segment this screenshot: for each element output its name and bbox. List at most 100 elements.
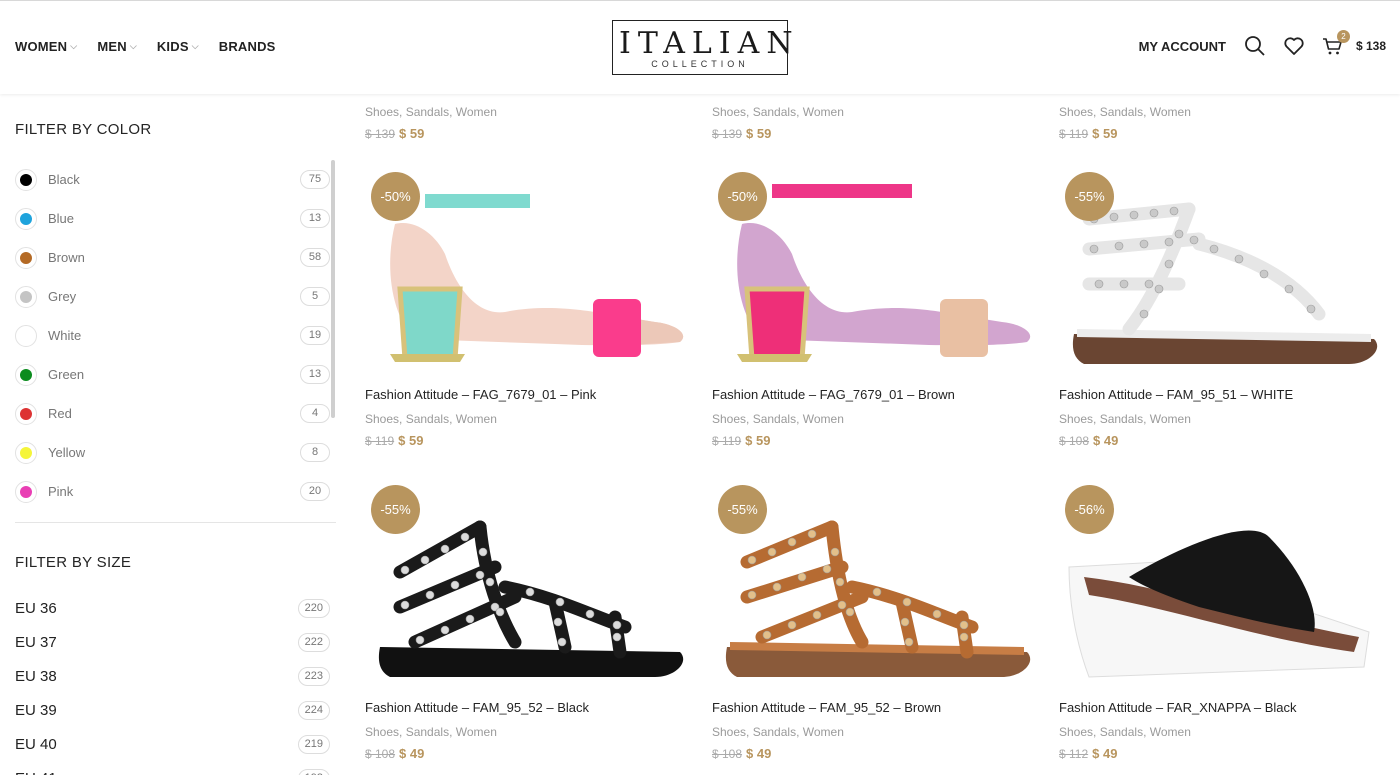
size-filter-item[interactable]: EU 39 224 <box>15 693 330 727</box>
my-account-link[interactable]: MY ACCOUNT <box>1139 39 1226 54</box>
size-filter-item[interactable]: EU 41 193 <box>15 761 330 775</box>
old-price: $ 108 <box>1059 434 1090 448</box>
nav-women[interactable]: WOMEN ⌵ <box>15 39 77 54</box>
size-filter-item[interactable]: EU 40 219 <box>15 727 330 761</box>
color-swatch <box>15 324 37 347</box>
size-filter-item[interactable]: EU 38 223 <box>15 659 330 693</box>
discount-badge: -55% <box>371 485 420 534</box>
product-title[interactable]: Fashion Attitude – FAG_7679_01 – Brown <box>712 387 1041 407</box>
sale-price: $ 59 <box>746 126 772 141</box>
category-link[interactable]: Shoes <box>712 725 746 739</box>
filter-size-title: FILTER BY SIZE <box>15 554 132 571</box>
category-link[interactable]: Sandals <box>1100 105 1143 119</box>
category-separator: , <box>399 725 406 739</box>
nav-brands[interactable]: BRANDS <box>219 39 276 54</box>
color-filter-item[interactable]: Pink 20 <box>15 472 330 511</box>
old-price: $ 139 <box>365 127 396 141</box>
color-list-scrollbar[interactable] <box>331 160 335 418</box>
size-filter-item[interactable]: EU 36 220 <box>15 591 330 625</box>
nav-men[interactable]: MEN ⌵ <box>97 39 137 54</box>
category-link[interactable]: Sandals <box>753 725 796 739</box>
category-link[interactable]: Women <box>456 412 497 426</box>
product-price: $ 108 $ 49 <box>1059 433 1388 448</box>
sidebar-divider <box>15 522 336 523</box>
category-separator: , <box>796 412 803 426</box>
discount-badge: -50% <box>718 172 767 221</box>
category-link[interactable]: Sandals <box>753 412 796 426</box>
product-card: -55% Fashion Attitude – FAM_95_52 – Black… <box>347 485 694 761</box>
category-link[interactable]: Women <box>803 725 844 739</box>
category-link[interactable]: Sandals <box>406 412 449 426</box>
product-title[interactable]: Fashion Attitude – FAM_95_51 – WHITE <box>1059 387 1388 407</box>
product-price: $ 112 $ 49 <box>1059 746 1388 761</box>
product-image[interactable]: -55% <box>694 485 1041 700</box>
category-link[interactable]: Shoes <box>712 105 746 119</box>
category-link[interactable]: Shoes <box>1059 105 1093 119</box>
category-link[interactable]: Shoes <box>1059 412 1093 426</box>
chevron-down-icon: ⌵ <box>129 41 137 51</box>
category-separator: , <box>1143 725 1150 739</box>
product-title[interactable]: Fashion Attitude – FAR_XNAPPA – Black <box>1059 700 1388 720</box>
color-filter-item[interactable]: Black 75 <box>15 160 330 199</box>
category-link[interactable]: Women <box>456 105 497 119</box>
color-filter-item[interactable]: Grey 5 <box>15 277 330 316</box>
header-actions: MY ACCOUNT 2 $ 138 <box>1139 30 1386 57</box>
nav-kids[interactable]: KIDS ⌵ <box>157 39 199 54</box>
category-link[interactable]: Sandals <box>753 105 796 119</box>
color-filter-item[interactable]: Green 13 <box>15 355 330 394</box>
category-link[interactable]: Shoes <box>712 412 746 426</box>
product-title[interactable]: Fashion Attitude – FAG_7679_01 – Pink <box>365 387 694 407</box>
category-link[interactable]: Women <box>1150 725 1191 739</box>
cart-button[interactable]: 2 $ 138 <box>1322 30 1386 57</box>
color-filter-item[interactable]: Brown 58 <box>15 238 330 277</box>
site-logo[interactable]: ITALIAN COLLECTION <box>612 20 793 75</box>
category-link[interactable]: Women <box>803 412 844 426</box>
category-link[interactable]: Sandals <box>406 105 449 119</box>
category-link[interactable]: Women <box>1150 105 1191 119</box>
category-separator: , <box>449 105 456 119</box>
product-categories: Shoes, Sandals, Women <box>1059 105 1388 119</box>
color-filter-item[interactable]: Red 4 <box>15 394 330 433</box>
product-image[interactable]: -55% <box>1041 172 1388 387</box>
category-link[interactable]: Women <box>1150 412 1191 426</box>
product-categories: Shoes, Sandals, Women <box>712 105 1041 119</box>
heart-icon[interactable] <box>1283 35 1305 57</box>
product-title[interactable]: Fashion Attitude – FAM_95_52 – Black <box>365 700 694 720</box>
discount-badge: -55% <box>718 485 767 534</box>
category-link[interactable]: Sandals <box>1100 725 1143 739</box>
color-filter-item[interactable]: Yellow 8 <box>15 433 330 472</box>
product-title[interactable]: Fashion Attitude – FAM_95_52 – Brown <box>712 700 1041 720</box>
nav-men-label: MEN <box>97 39 127 54</box>
product-image[interactable]: -50% <box>694 172 1041 387</box>
category-link[interactable]: Shoes <box>365 105 399 119</box>
size-filter-list: EU 36 220 EU 37 222 EU 38 223 EU 39 224 EU 40 219… <box>15 591 330 775</box>
category-link[interactable]: Women <box>456 725 497 739</box>
search-icon[interactable] <box>1244 35 1266 57</box>
size-filter-count: 220 <box>297 598 330 618</box>
category-link[interactable]: Shoes <box>365 725 399 739</box>
category-link[interactable]: Women <box>803 105 844 119</box>
product-image[interactable]: -50% <box>347 172 694 387</box>
size-filter-label: EU 39 <box>15 701 57 719</box>
color-swatch <box>15 402 37 425</box>
sale-price: $ 49 <box>1092 746 1118 761</box>
product-price: $ 119 $ 59 <box>365 433 694 448</box>
color-filter-count: 5 <box>300 287 330 306</box>
color-filter-item[interactable]: Blue 13 <box>15 199 330 238</box>
sale-price: $ 59 <box>1092 126 1118 141</box>
product-image[interactable]: -55% <box>347 485 694 700</box>
color-filter-item[interactable]: White 19 <box>15 316 330 355</box>
category-link[interactable]: Sandals <box>1100 412 1143 426</box>
size-filter-count: 223 <box>297 666 330 686</box>
product-card: -50% Fashion Attitude – FAG_7679_01 – Pin… <box>347 172 694 448</box>
product-card-partial: Shoes, Sandals, Women $ 139 $ 59 <box>347 100 694 141</box>
size-filter-item[interactable]: EU 37 222 <box>15 625 330 659</box>
color-filter-label: Green <box>48 367 85 382</box>
product-price: $ 108 $ 49 <box>365 746 694 761</box>
size-filter-label: EU 36 <box>15 599 57 617</box>
product-image[interactable]: -56% <box>1041 485 1388 700</box>
sale-price: $ 49 <box>1093 433 1119 448</box>
category-link[interactable]: Shoes <box>1059 725 1093 739</box>
category-link[interactable]: Sandals <box>406 725 449 739</box>
category-link[interactable]: Shoes <box>365 412 399 426</box>
